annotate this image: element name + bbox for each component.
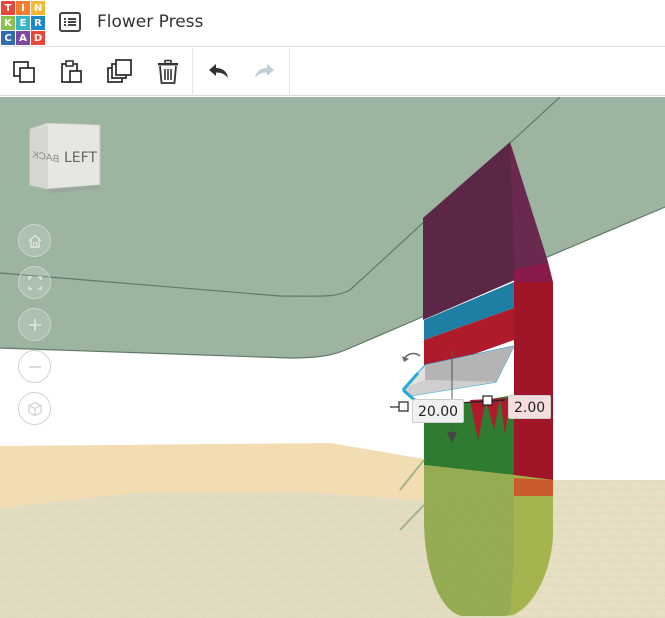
plus-icon — [28, 318, 41, 331]
copy-icon — [13, 61, 35, 83]
undo-icon — [209, 64, 228, 78]
logo-letter: A — [16, 31, 30, 45]
logo-letter: T — [1, 1, 15, 15]
fit-view-button[interactable] — [18, 266, 51, 299]
resize-handle[interactable] — [482, 395, 493, 406]
delete-button[interactable] — [153, 57, 183, 87]
red-slab[interactable] — [514, 280, 553, 490]
logo-letter: E — [16, 16, 30, 30]
paste-icon — [61, 60, 82, 83]
resize-handle[interactable] — [398, 401, 409, 412]
home-icon — [27, 233, 42, 248]
logo-letter: N — [31, 1, 45, 15]
toolbar-divider — [289, 48, 290, 96]
paste-button[interactable] — [56, 57, 86, 87]
delete-icon — [158, 59, 178, 84]
logo-letter: R — [31, 16, 45, 30]
logo-letter: D — [31, 31, 45, 45]
fit-view-icon — [27, 275, 42, 290]
design-title[interactable]: Flower Press — [97, 12, 203, 32]
toolbar-divider — [192, 48, 193, 96]
length-dimension-field[interactable]: 20.00 — [412, 399, 465, 423]
undo-button[interactable] — [203, 57, 233, 87]
minus-icon — [28, 365, 41, 368]
home-view-button[interactable] — [18, 224, 51, 257]
redo-icon — [255, 64, 274, 78]
list-icon — [59, 12, 81, 32]
duplicate-button[interactable] — [105, 57, 135, 87]
logo-letter: C — [1, 31, 15, 45]
cube-icon — [27, 401, 42, 416]
copy-button[interactable] — [9, 57, 39, 87]
ortho-view-button[interactable] — [18, 392, 51, 425]
cube-face-left[interactable]: LEFT — [64, 150, 97, 166]
view-cube[interactable]: BACK LEFT — [24, 122, 104, 193]
logo-letter: I — [16, 1, 30, 15]
zoom-out-button[interactable] — [18, 350, 51, 383]
edit-toolbar — [0, 48, 665, 96]
redo-button[interactable] — [250, 57, 280, 87]
design-list-button[interactable] — [58, 10, 82, 34]
orange-strip — [514, 478, 553, 496]
logo-letter: K — [1, 16, 15, 30]
duplicate-icon — [107, 59, 132, 83]
top-bar: T I N K E R C A D Flower Press — [0, 0, 665, 47]
3d-viewport[interactable]: BACK LEFT 20.00 2.00 — [0, 97, 665, 618]
tinkercad-logo[interactable]: T I N K E R C A D — [1, 1, 45, 45]
height-dimension-field[interactable]: 2.00 — [508, 395, 552, 419]
zoom-in-button[interactable] — [18, 308, 51, 341]
